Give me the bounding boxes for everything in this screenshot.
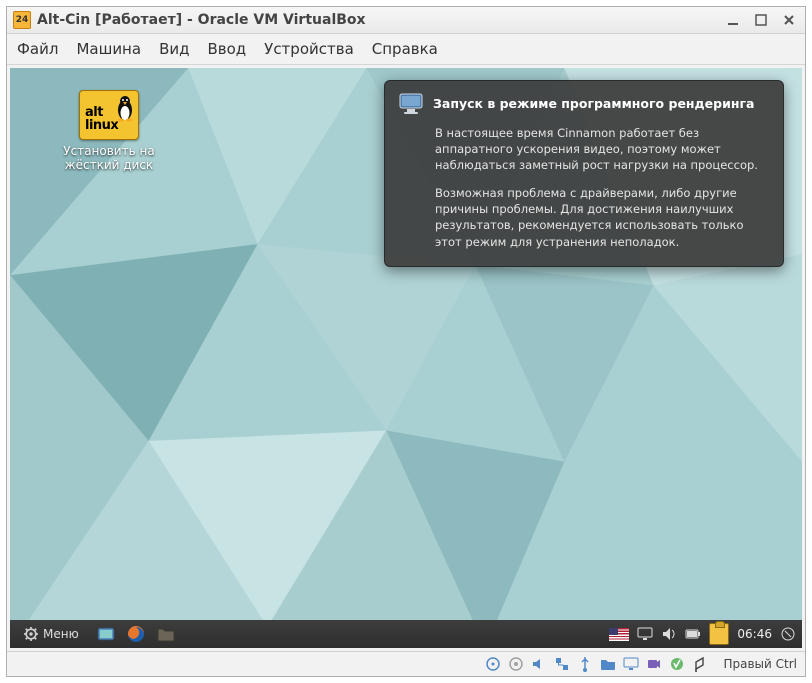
audio-indicator-icon[interactable] <box>531 656 547 672</box>
display-tray-icon[interactable] <box>637 626 653 642</box>
notification-title: Запуск в режиме программного рендеринга <box>433 95 754 113</box>
recording-indicator-icon[interactable] <box>646 656 662 672</box>
mouse-integration-indicator-icon[interactable] <box>692 656 708 672</box>
menu-view[interactable]: Вид <box>159 40 189 58</box>
host-key-label: Правый Ctrl <box>723 657 797 671</box>
logo-text-linux: linux <box>85 118 118 133</box>
menu-file[interactable]: Файл <box>17 40 58 58</box>
show-desktop-button[interactable] <box>95 623 117 645</box>
maximize-button[interactable] <box>751 12 771 28</box>
window-title: Alt-Cin [Работает] - Oracle VM VirtualBo… <box>37 12 723 28</box>
close-button[interactable] <box>779 12 799 28</box>
notification-software-rendering[interactable]: Запуск в режиме программного рендеринга … <box>384 80 784 267</box>
display-indicator-icon[interactable] <box>623 656 639 672</box>
monitor-icon <box>399 93 423 115</box>
menu-button[interactable]: Меню <box>16 625 87 643</box>
shared-folders-indicator-icon[interactable] <box>600 656 616 672</box>
desktop-icon-install[interactable]: alt linux Установить на жёсткий диск <box>44 90 174 172</box>
battery-tray-icon[interactable] <box>685 626 701 642</box>
notes-tray-icon[interactable] <box>709 623 729 645</box>
menu-devices[interactable]: Устройства <box>264 40 354 58</box>
keyboard-layout-us-icon[interactable] <box>609 628 629 641</box>
desktop-icon-label: Установить на жёсткий диск <box>44 144 174 172</box>
titlebar[interactable]: 24 Alt-Cin [Работает] - Oracle VM Virtua… <box>7 7 805 34</box>
guest-viewport: alt linux Установить на жёсткий диск Зап… <box>10 68 802 648</box>
minimize-button[interactable] <box>723 12 743 28</box>
menu-button-label: Меню <box>43 627 79 641</box>
menu-help[interactable]: Справка <box>372 40 438 58</box>
guest-taskbar: Меню 06:46 <box>10 620 802 648</box>
optical-indicator-icon[interactable] <box>508 656 524 672</box>
volume-tray-icon[interactable] <box>661 626 677 642</box>
hdd-indicator-icon[interactable] <box>485 656 501 672</box>
gear-icon <box>24 627 38 641</box>
notification-body-2: Возможная проблема с драйверами, либо др… <box>435 185 769 249</box>
altlinux-logo-icon: alt linux <box>79 90 139 140</box>
menu-input[interactable]: Ввод <box>207 40 246 58</box>
files-launcher[interactable] <box>155 623 177 645</box>
menu-machine[interactable]: Машина <box>76 40 141 58</box>
virtualbox-statusbar: Правый Ctrl <box>7 651 805 676</box>
app-icon: 24 <box>13 11 31 29</box>
usb-indicator-icon[interactable] <box>577 656 593 672</box>
taskbar-clock[interactable]: 06:46 <box>737 627 772 641</box>
notifications-tray-icon[interactable] <box>780 626 796 642</box>
notification-body-1: В настоящее время Cinnamon работает без … <box>435 125 769 173</box>
network-indicator-icon[interactable] <box>554 656 570 672</box>
virtualbox-window: 24 Alt-Cin [Работает] - Oracle VM Virtua… <box>6 6 806 677</box>
menubar: Файл Машина Вид Ввод Устройства Справка <box>7 34 805 65</box>
guest-additions-indicator-icon[interactable] <box>669 656 685 672</box>
firefox-launcher[interactable] <box>125 623 147 645</box>
